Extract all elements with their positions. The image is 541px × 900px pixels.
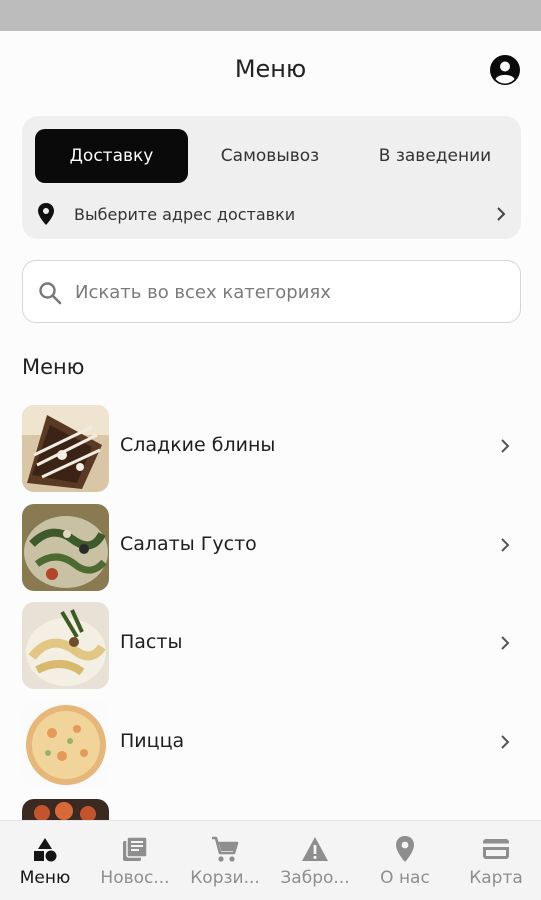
- search-box: [22, 260, 521, 323]
- delivery-mode-card: Доставку Самовывоз В заведении Выберите …: [22, 116, 521, 239]
- tab-delivery[interactable]: Доставку: [35, 129, 188, 183]
- tab-dine-in[interactable]: В заведении: [360, 129, 510, 183]
- location-pin-icon: [38, 203, 54, 225]
- delivery-mode-tabs: Доставку Самовывоз В заведении: [35, 129, 510, 183]
- nav-about[interactable]: О нас: [360, 821, 450, 900]
- menu-section-title: Меню: [22, 355, 85, 379]
- tab-pickup[interactable]: Самовывоз: [205, 129, 335, 183]
- account-circle-icon[interactable]: [489, 54, 521, 86]
- page-title: Меню: [234, 55, 307, 83]
- status-bar: [0, 0, 541, 31]
- category-image-sweet-pancakes: [22, 405, 109, 492]
- category-image-partial: [22, 799, 109, 820]
- warning-icon: [302, 837, 328, 861]
- nav-news[interactable]: Новос...: [90, 821, 180, 900]
- category-image-salads: [22, 504, 109, 591]
- category-image-pizza: [22, 701, 109, 788]
- category-item-partial[interactable]: [0, 794, 541, 820]
- search-input[interactable]: [75, 273, 505, 311]
- chevron-right-icon: [501, 636, 510, 650]
- credit-card-icon: [483, 839, 509, 859]
- location-pin-icon: [396, 836, 414, 862]
- category-label: Сладкие блины: [120, 434, 276, 456]
- category-item-salads[interactable]: Салаты Густо: [0, 499, 541, 591]
- category-label: Салаты Густо: [120, 533, 257, 555]
- cart-icon: [212, 836, 239, 862]
- nav-menu[interactable]: Меню: [0, 821, 90, 900]
- news-icon: [123, 836, 148, 861]
- nav-label: Забро...: [280, 868, 350, 888]
- category-list: Сладкие блины Салаты Густо Пасты Пицца: [0, 400, 541, 820]
- delivery-address-selector[interactable]: Выберите адрес доставки: [36, 198, 508, 230]
- nav-label: Новос...: [100, 868, 170, 888]
- app-header: Меню: [0, 31, 541, 109]
- chevron-right-icon: [501, 439, 510, 453]
- category-item-sweet-pancakes[interactable]: Сладкие блины: [0, 400, 541, 492]
- chevron-right-icon: [501, 538, 510, 552]
- category-label: Пицца: [120, 730, 185, 752]
- nav-booking[interactable]: Забро...: [270, 821, 360, 900]
- category-image-pastas: [22, 602, 109, 689]
- bottom-navigation: Меню Новос... Корзи... Забро... О нас Ка…: [0, 820, 541, 900]
- nav-card[interactable]: Карта: [451, 821, 541, 900]
- address-placeholder: Выберите адрес доставки: [74, 204, 296, 224]
- nav-cart[interactable]: Корзи...: [180, 821, 270, 900]
- shapes-icon: [34, 838, 57, 862]
- category-item-pastas[interactable]: Пасты: [0, 597, 541, 689]
- nav-label: Корзи...: [190, 868, 260, 888]
- nav-label: О нас: [380, 868, 430, 888]
- nav-label: Меню: [19, 868, 71, 888]
- chevron-right-icon: [501, 735, 510, 749]
- category-label: Пасты: [120, 631, 183, 653]
- chevron-right-icon: [497, 207, 506, 221]
- search-icon: [39, 282, 62, 305]
- nav-label: Карта: [469, 868, 523, 888]
- category-item-pizza[interactable]: Пицца: [0, 696, 541, 788]
